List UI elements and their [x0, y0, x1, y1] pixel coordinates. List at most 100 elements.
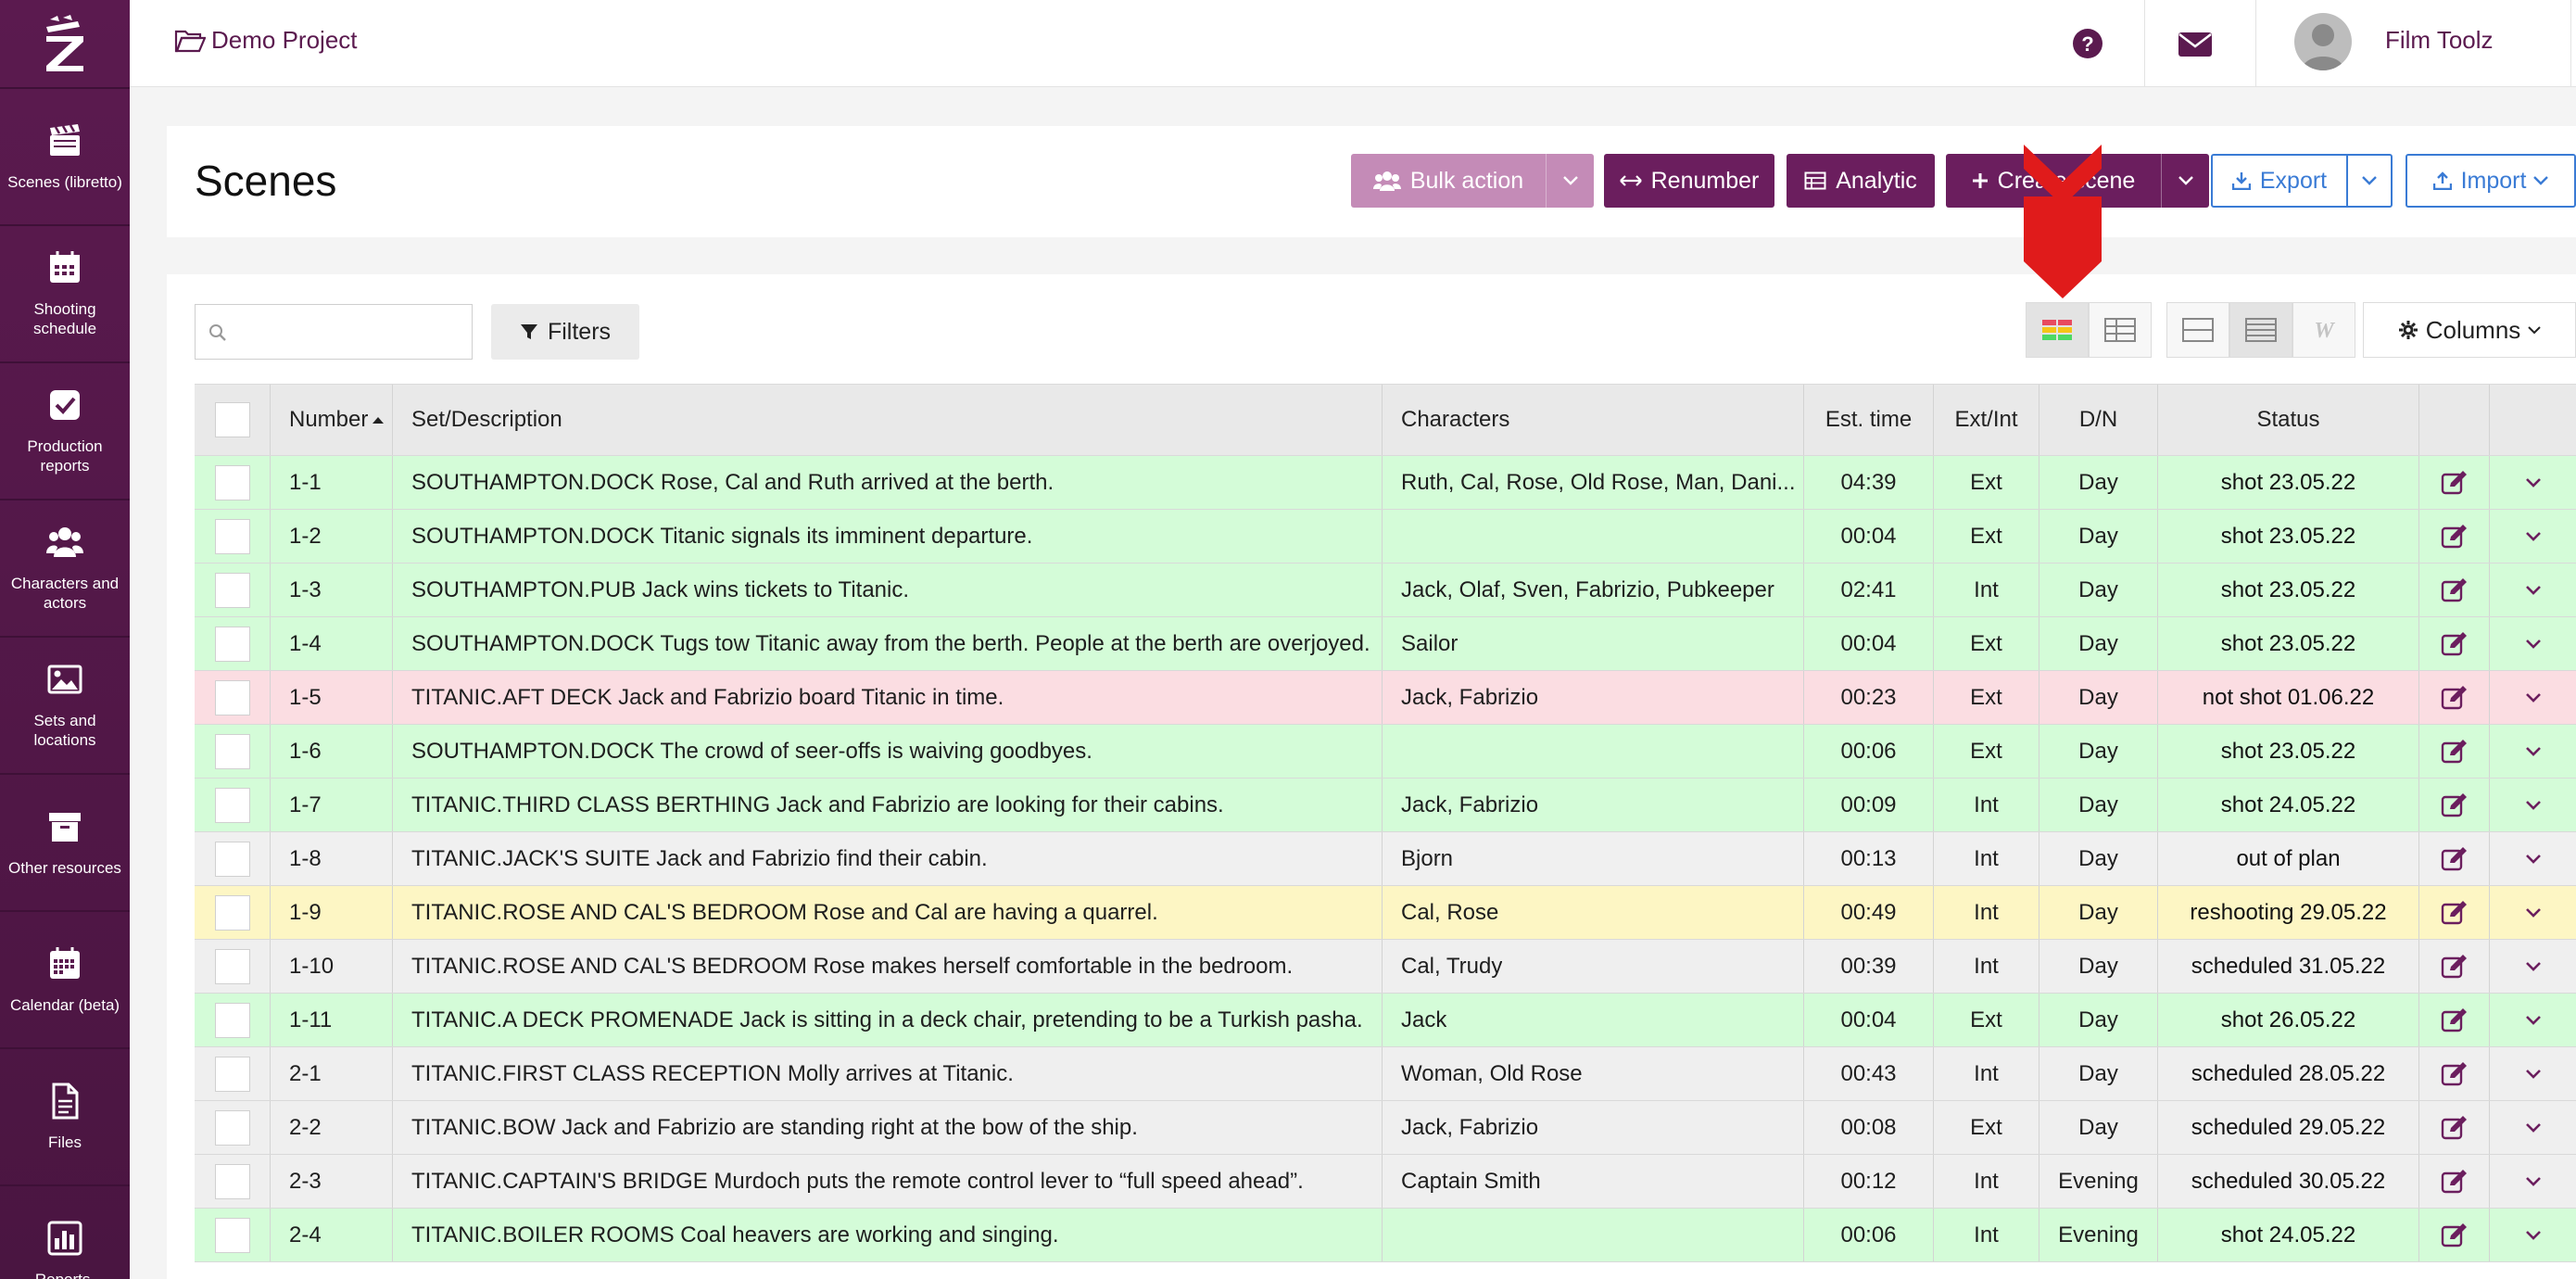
chevron-down-icon[interactable]	[2525, 907, 2542, 918]
import-button[interactable]: Import	[2406, 154, 2576, 208]
table-row[interactable]: 1-11 TITANIC.A DECK PROMENADE Jack is sit…	[195, 994, 2576, 1047]
table-row[interactable]: 1-8 TITANIC.JACK'S SUITE Jack and Fabrizi…	[195, 832, 2576, 886]
scene-description[interactable]: SOUTHAMPTON.DOCK Rose, Cal and Ruth arri…	[393, 456, 1383, 509]
col-set[interactable]: Set/Description	[393, 385, 1383, 455]
chevron-down-icon[interactable]	[2525, 585, 2542, 596]
table-view-button[interactable]	[2089, 302, 2152, 358]
col-number[interactable]: Number	[271, 385, 393, 455]
chevron-down-icon[interactable]	[2525, 1122, 2542, 1133]
row-checkbox[interactable]	[214, 948, 250, 984]
edit-icon[interactable]	[2441, 846, 2469, 871]
analytic-button[interactable]: Analytic	[1787, 154, 1935, 208]
sidebar-item-users[interactable]: Characters and actors	[0, 500, 130, 638]
sidebar-item-file[interactable]: Files	[0, 1049, 130, 1186]
scene-description[interactable]: TITANIC.THIRD CLASS BERTHING Jack and Fa…	[393, 779, 1383, 831]
row-checkbox[interactable]	[214, 1163, 250, 1199]
edit-icon[interactable]	[2441, 1061, 2469, 1086]
compact-rows-button[interactable]	[2166, 302, 2229, 358]
edit-icon[interactable]	[2441, 631, 2469, 656]
col-status[interactable]: Status	[2158, 385, 2419, 455]
edit-icon[interactable]	[2441, 792, 2469, 817]
filters-button[interactable]: Filters	[491, 304, 639, 360]
col-day-night[interactable]: D/N	[2039, 385, 2158, 455]
select-all-checkbox[interactable]	[214, 402, 250, 437]
chevron-down-icon[interactable]	[2525, 692, 2542, 703]
edit-icon[interactable]	[2441, 900, 2469, 925]
edit-icon[interactable]	[2441, 1007, 2469, 1032]
sidebar-item-archive[interactable]: Other resources	[0, 775, 130, 912]
sidebar-item-calendar[interactable]: Shooting schedule	[0, 226, 130, 363]
row-checkbox[interactable]	[214, 733, 250, 769]
scene-description[interactable]: TITANIC.ROSE AND CAL'S BEDROOM Rose make…	[393, 940, 1383, 993]
search-input[interactable]	[236, 312, 459, 351]
edit-icon[interactable]	[2441, 954, 2469, 979]
table-row[interactable]: 2-3 TITANIC.CAPTAIN'S BRIDGE Murdoch puts…	[195, 1155, 2576, 1209]
col-est-time[interactable]: Est. time	[1804, 385, 1934, 455]
chevron-down-icon[interactable]	[2525, 1015, 2542, 1026]
sidebar-item-calendar-grid[interactable]: Calendar (beta)	[0, 912, 130, 1049]
scene-description[interactable]: TITANIC.BOW Jack and Fabrizio are standi…	[393, 1101, 1383, 1154]
edit-icon[interactable]	[2441, 524, 2469, 549]
row-checkbox[interactable]	[214, 1109, 250, 1146]
sidebar-item-clapperboard[interactable]: Scenes (libretto)	[0, 89, 130, 226]
export-dropdown[interactable]	[2346, 154, 2393, 208]
table-row[interactable]: 2-2 TITANIC.BOW Jack and Fabrizio are sta…	[195, 1101, 2576, 1155]
user-name[interactable]: Film Toolz	[2385, 26, 2494, 55]
bulk-action-dropdown[interactable]	[1546, 154, 1594, 208]
color-view-button[interactable]	[2026, 302, 2089, 358]
chevron-down-icon[interactable]	[2525, 1176, 2542, 1187]
table-row[interactable]: 2-1 TITANIC.FIRST CLASS RECEPTION Molly a…	[195, 1047, 2576, 1101]
user-avatar[interactable]	[2294, 13, 2352, 70]
row-checkbox[interactable]	[214, 787, 250, 823]
scene-description[interactable]: SOUTHAMPTON.PUB Jack wins tickets to Tit…	[393, 564, 1383, 616]
scene-description[interactable]: SOUTHAMPTON.DOCK Titanic signals its imm…	[393, 510, 1383, 563]
chevron-down-icon[interactable]	[2525, 477, 2542, 488]
edit-icon[interactable]	[2441, 470, 2469, 495]
search-field[interactable]	[195, 304, 473, 360]
chevron-down-icon[interactable]	[2525, 746, 2542, 757]
help-icon[interactable]: ?	[2068, 24, 2107, 63]
export-button[interactable]: Export	[2211, 154, 2348, 208]
edit-icon[interactable]	[2441, 685, 2469, 710]
scene-description[interactable]: SOUTHAMPTON.DOCK The crowd of seer-offs …	[393, 725, 1383, 778]
table-row[interactable]: 1-1 SOUTHAMPTON.DOCK Rose, Cal and Ruth a…	[195, 456, 2576, 510]
mail-icon[interactable]	[2176, 24, 2215, 63]
scene-description[interactable]: TITANIC.FIRST CLASS RECEPTION Molly arri…	[393, 1047, 1383, 1100]
table-row[interactable]: 1-7 TITANIC.THIRD CLASS BERTHING Jack and…	[195, 779, 2576, 832]
table-row[interactable]: 1-2 SOUTHAMPTON.DOCK Titanic signals its …	[195, 510, 2576, 564]
renumber-button[interactable]: Renumber	[1604, 154, 1774, 208]
row-checkbox[interactable]	[214, 1002, 250, 1038]
col-ext-int[interactable]: Ext/Int	[1934, 385, 2039, 455]
chevron-down-icon[interactable]	[2525, 1230, 2542, 1241]
table-row[interactable]: 1-10 TITANIC.ROSE AND CAL'S BEDROOM Rose …	[195, 940, 2576, 994]
scene-description[interactable]: TITANIC.CAPTAIN'S BRIDGE Murdoch puts th…	[393, 1155, 1383, 1208]
chevron-down-icon[interactable]	[2525, 639, 2542, 650]
chevron-down-icon[interactable]	[2525, 854, 2542, 865]
edit-icon[interactable]	[2441, 1222, 2469, 1247]
row-checkbox[interactable]	[214, 464, 250, 500]
chevron-down-icon[interactable]	[2525, 961, 2542, 972]
table-row[interactable]: 1-6 SOUTHAMPTON.DOCK The crowd of seer-of…	[195, 725, 2576, 779]
row-checkbox[interactable]	[214, 1056, 250, 1092]
table-row[interactable]: 1-3 SOUTHAMPTON.PUB Jack wins tickets to …	[195, 564, 2576, 617]
wrap-text-button[interactable]: W	[2292, 302, 2355, 358]
col-characters[interactable]: Characters	[1383, 385, 1804, 455]
row-checkbox[interactable]	[214, 626, 250, 662]
scene-description[interactable]: TITANIC.JACK'S SUITE Jack and Fabrizio f…	[393, 832, 1383, 885]
row-checkbox[interactable]	[214, 679, 250, 715]
bulk-action-button[interactable]: Bulk action	[1351, 154, 1546, 208]
sidebar-item-bar-chart[interactable]: Reports,	[0, 1186, 130, 1279]
row-checkbox[interactable]	[214, 518, 250, 554]
table-row[interactable]: 1-4 SOUTHAMPTON.DOCK Tugs tow Titanic awa…	[195, 617, 2576, 671]
table-row[interactable]: 1-9 TITANIC.ROSE AND CAL'S BEDROOM Rose a…	[195, 886, 2576, 940]
edit-icon[interactable]	[2441, 739, 2469, 764]
scene-description[interactable]: TITANIC.ROSE AND CAL'S BEDROOM Rose and …	[393, 886, 1383, 939]
row-checkbox[interactable]	[214, 841, 250, 877]
edit-icon[interactable]	[2441, 1169, 2469, 1194]
create-scene-dropdown[interactable]	[2161, 154, 2209, 208]
sidebar-item-checkbox[interactable]: Production reports	[0, 363, 130, 500]
edit-icon[interactable]	[2441, 1115, 2469, 1140]
table-row[interactable]: 2-4 TITANIC.BOILER ROOMS Coal heavers are…	[195, 1209, 2576, 1262]
edit-icon[interactable]	[2441, 577, 2469, 602]
project-selector[interactable]: Demo Project	[174, 26, 358, 55]
